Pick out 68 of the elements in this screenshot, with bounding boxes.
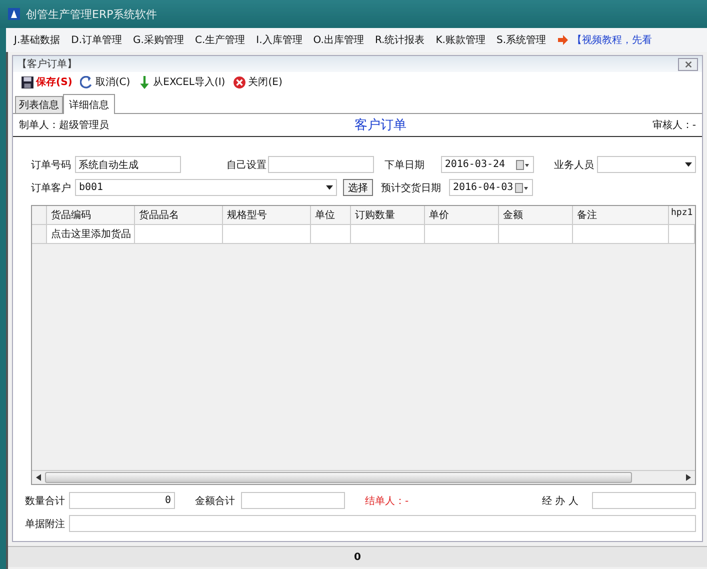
field-label: 金额合计	[195, 494, 236, 508]
menu-item[interactable]: O.出库管理	[313, 33, 364, 47]
menu-item[interactable]: R.统计报表	[374, 33, 425, 47]
toolbar-button[interactable]: 关闭(E)	[231, 75, 284, 89]
menu-item[interactable]: G.采购管理	[133, 33, 184, 47]
undo-icon	[80, 76, 94, 88]
left-arrow-icon[interactable]	[36, 474, 41, 481]
input-field[interactable]	[268, 156, 374, 173]
input-field[interactable]: 系统自动生成	[74, 156, 181, 173]
calendar-icon	[515, 182, 529, 192]
field-label: 经 办 人	[542, 494, 580, 508]
menu-item[interactable]: S.系统管理	[496, 33, 546, 47]
table-cell[interactable]	[311, 225, 351, 244]
table-cell[interactable]	[223, 225, 311, 244]
table-cell[interactable]	[573, 225, 669, 244]
creator-label: 制单人：超级管理员	[19, 118, 109, 132]
closer-label: 结单人：-	[365, 494, 410, 508]
right-arrow-icon[interactable]	[686, 474, 691, 481]
status-text: 0	[354, 552, 361, 562]
window-title: 创管生产管理ERP系统软件	[26, 6, 158, 22]
calendar-icon	[516, 160, 530, 170]
table-cell[interactable]	[351, 225, 425, 244]
reviewer-label: 审核人：-	[652, 118, 696, 132]
field-label: 业务人员	[554, 158, 596, 172]
input-field[interactable]	[592, 492, 696, 509]
close-icon	[684, 60, 692, 68]
caret-icon	[685, 162, 692, 167]
field-label: 订单号码	[30, 158, 72, 172]
menu-item[interactable]: K.账款管理	[436, 33, 486, 47]
menu-item[interactable]: I.入库管理	[256, 33, 302, 47]
field-label: 数量合计	[24, 494, 66, 508]
app-icon	[8, 8, 20, 20]
caret-icon	[326, 185, 333, 190]
table-cell[interactable]	[499, 225, 573, 244]
date-field[interactable]: 2016-03-24	[440, 156, 534, 173]
toolbar-button[interactable]: 从EXCEL导入(I)	[136, 75, 228, 89]
menu-item[interactable]: C.生产管理	[194, 33, 246, 47]
row-header[interactable]	[32, 225, 47, 244]
date-field[interactable]: 2016-04-03	[449, 179, 533, 196]
input-field[interactable]: 0	[69, 492, 175, 509]
toolbar-button[interactable]: 保存(S)	[19, 75, 74, 89]
table-cell[interactable]: 点击这里添加货品	[47, 225, 135, 244]
tab[interactable]: 详细信息	[63, 94, 115, 114]
field-label: 下单日期	[384, 158, 426, 172]
menu-item[interactable]: J.基础数据	[14, 33, 60, 47]
table-cell[interactable]	[425, 225, 499, 244]
field-label: 自己设置	[226, 158, 268, 172]
combo-field[interactable]: b001	[75, 179, 337, 196]
panel-title: 【客户订单】	[17, 58, 77, 71]
close-icon	[233, 76, 246, 88]
tab[interactable]: 列表信息	[15, 96, 63, 113]
close-button[interactable]	[678, 58, 698, 70]
toolbar-button[interactable]: 取消(C)	[78, 75, 132, 89]
horizontal-scrollbar[interactable]	[32, 470, 695, 484]
menu-item[interactable]: D.订单管理	[71, 33, 122, 47]
field-label: 预计交货日期	[381, 182, 442, 194]
input-field[interactable]	[241, 492, 345, 509]
form-title: 客户订单	[354, 117, 407, 134]
table-cell[interactable]	[669, 225, 695, 244]
field-label: 单据附注	[24, 518, 66, 530]
dropdown-field[interactable]	[596, 156, 696, 173]
input-field[interactable]	[69, 515, 696, 532]
choose-button[interactable]: 选择	[343, 179, 373, 196]
table-cell[interactable]	[135, 225, 223, 244]
field-label: 订单客户	[30, 182, 72, 194]
tutorial-link[interactable]: 【视频教程，先看	[572, 33, 652, 47]
arrow-icon	[557, 34, 569, 46]
down-arrow-icon	[138, 76, 152, 88]
